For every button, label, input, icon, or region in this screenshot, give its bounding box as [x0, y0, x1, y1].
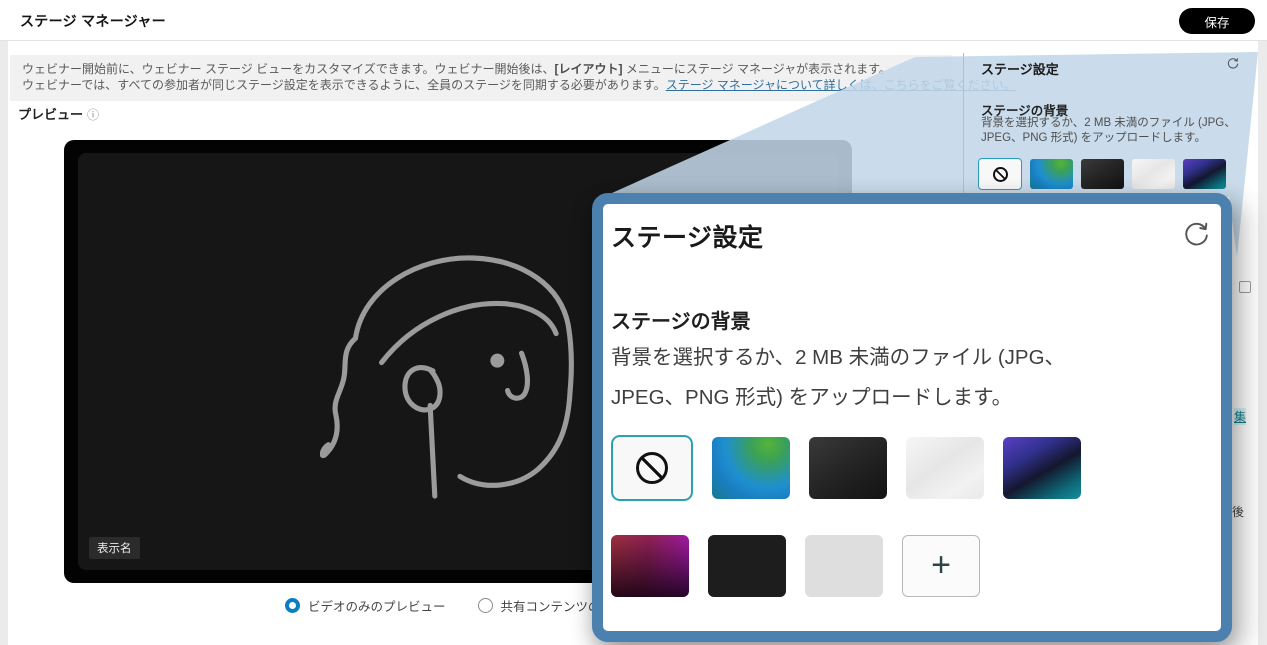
preview-mode-radios: ビデオのみのプレビュー 共有コンテンツのプレビ: [285, 596, 638, 615]
stage-background-description: 背景を選択するか、2 MB 未満のファイル (JPG、 JPEG、PNG 形式)…: [981, 116, 1236, 146]
checkbox-fragment[interactable]: [1239, 281, 1251, 293]
plus-icon: +: [931, 548, 951, 582]
banner-text: ウェビナーでは、すべての参加者が同じステージ設定を表示できるように、全員のステー…: [22, 78, 666, 92]
radio-selected-icon[interactable]: [285, 598, 300, 613]
prohibition-icon: [636, 452, 668, 484]
page-title: ステージ マネージャー: [20, 11, 166, 31]
refresh-icon[interactable]: [1181, 220, 1212, 251]
banner-bold-layout: [レイアウト]: [555, 62, 623, 76]
text-fragment: 後: [1232, 503, 1244, 520]
background-tile-purpleteal[interactable]: [1003, 437, 1081, 499]
banner-text: メニューにステージ マネージャが表示されます。: [623, 62, 891, 76]
overlay-title: ステージ設定: [611, 218, 764, 254]
radio-unselected-icon[interactable]: [478, 598, 493, 613]
background-tile-purpleteal[interactable]: [1183, 159, 1226, 189]
background-tile-redpurple[interactable]: [611, 535, 689, 597]
background-tile-bluegreen[interactable]: [712, 437, 790, 499]
background-thumbnails-small: [978, 158, 1226, 190]
left-edge-strip: [0, 41, 8, 645]
background-tile-black[interactable]: [708, 535, 786, 597]
panel-divider: [963, 53, 964, 197]
background-tile-lightgray[interactable]: [805, 535, 883, 597]
banner-line-2: ウェビナーでは、すべての参加者が同じステージ設定を表示できるように、全員のステー…: [22, 77, 940, 93]
banner-line-1: ウェビナー開始前に、ウェビナー ステージ ビューをカスタマイズできます。ウェビナ…: [22, 61, 940, 77]
refresh-icon[interactable]: [1226, 57, 1240, 71]
background-tile-darkswirl[interactable]: [1081, 159, 1124, 189]
preview-label-text: プレビュー: [18, 107, 83, 122]
background-tile-bluegreen[interactable]: [1030, 159, 1073, 189]
description-line: JPEG、PNG 形式) をアップロードします。: [611, 378, 1065, 418]
info-icon[interactable]: ⓘ: [87, 108, 99, 122]
save-button[interactable]: 保存: [1179, 8, 1255, 34]
overlay-background-heading: ステージの背景: [611, 305, 751, 334]
description-line: 背景を選択するか、2 MB 未満のファイル (JPG、: [981, 116, 1236, 131]
prohibition-icon: [993, 167, 1008, 182]
right-edge-strip: [1258, 41, 1267, 645]
background-tile-add[interactable]: +: [902, 535, 980, 597]
radio-video-only-preview[interactable]: ビデオのみのプレビュー: [285, 596, 446, 615]
stage-settings-zoom-overlay: ステージ設定 ステージの背景 背景を選択するか、2 MB 未満のファイル (JP…: [592, 193, 1232, 642]
background-thumbnails-row-1: [611, 435, 1081, 501]
banner-text: ウェビナー開始前に、ウェビナー ステージ ビューをカスタマイズできます。ウェビナ…: [22, 62, 555, 76]
overlay-background-description: 背景を選択するか、2 MB 未満のファイル (JPG、 JPEG、PNG 形式)…: [611, 338, 1065, 418]
background-tile-none[interactable]: [611, 435, 693, 501]
background-tile-lightswirl[interactable]: [906, 437, 984, 499]
background-tile-lightswirl[interactable]: [1132, 159, 1175, 189]
background-tile-darkswirl[interactable]: [809, 437, 887, 499]
radio-label: ビデオのみのプレビュー: [308, 596, 446, 615]
description-line: 背景を選択するか、2 MB 未満のファイル (JPG、: [611, 338, 1065, 378]
stage-settings-panel-title: ステージ設定: [981, 59, 1059, 78]
page-header: ステージ マネージャー 保存: [0, 0, 1267, 41]
avatar-line-art: [320, 248, 600, 548]
stage-manager-page: ステージ マネージャー 保存 ウェビナー開始前に、ウェビナー ステージ ビューを…: [0, 0, 1267, 645]
background-thumbnails-row-2: +: [611, 535, 980, 597]
preview-section-label: プレビュー ⓘ: [18, 104, 99, 123]
info-banner: ウェビナー開始前に、ウェビナー ステージ ビューをカスタマイズできます。ウェビナ…: [10, 55, 952, 101]
display-name-badge: 表示名: [89, 537, 140, 559]
edit-link-fragment[interactable]: 集: [1234, 408, 1246, 425]
background-tile-none[interactable]: [978, 158, 1022, 190]
description-line: JPEG、PNG 形式) をアップロードします。: [981, 131, 1236, 146]
